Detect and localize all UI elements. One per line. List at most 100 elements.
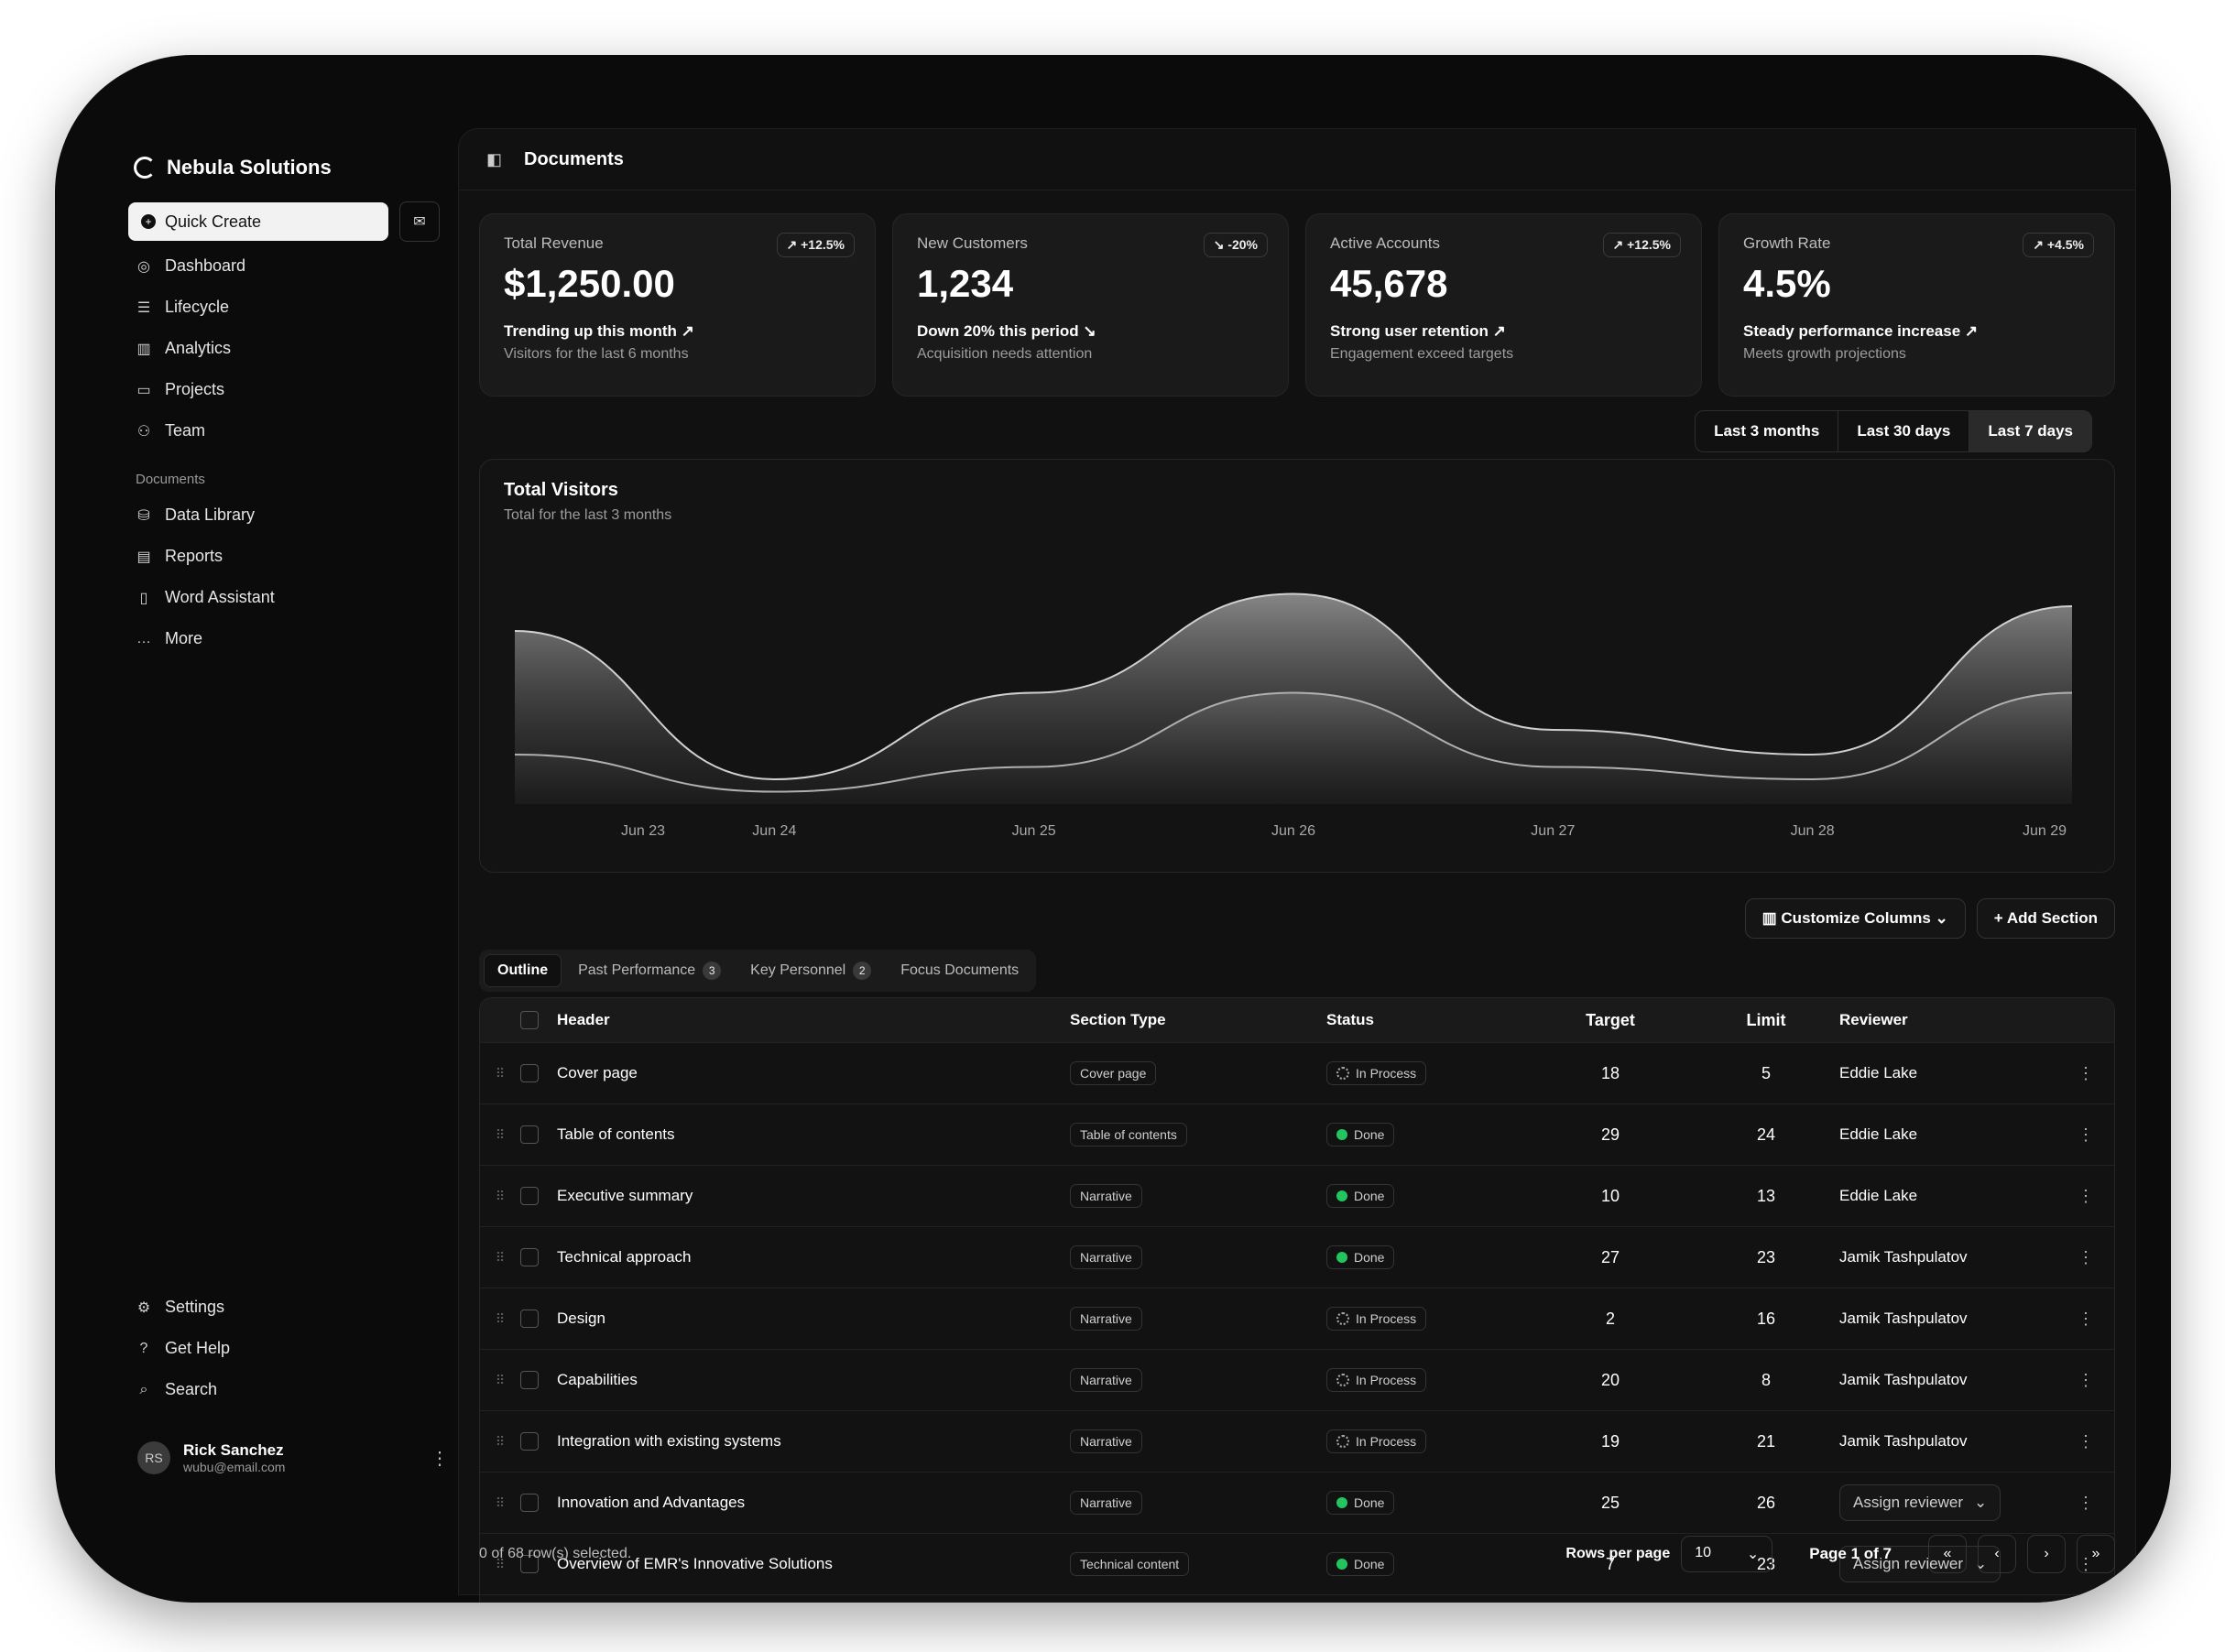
range-option[interactable]: Last 30 days [1838, 411, 1969, 451]
limit-value[interactable]: 23 [1693, 1248, 1839, 1267]
row-menu-icon[interactable]: ⋮ [2078, 1371, 2114, 1390]
target-value[interactable]: 20 [1528, 1371, 1693, 1390]
sidebar-item-analytics[interactable]: ▥ Analytics [119, 328, 449, 369]
row-header[interactable]: Integration with existing systems [557, 1432, 1070, 1451]
sidebar-toggle-icon[interactable]: ◧ [486, 150, 502, 169]
sidebar-bottom-search[interactable]: ⌕ Search [119, 1369, 449, 1410]
sidebar-doc-more[interactable]: … More [119, 618, 449, 659]
target-value[interactable]: 19 [1528, 1432, 1693, 1451]
drag-handle-icon[interactable]: ⠿ [480, 1311, 520, 1327]
row-header[interactable]: Innovation and Advantages [557, 1494, 1070, 1512]
sidebar-item-projects[interactable]: ▭ Projects [119, 369, 449, 410]
prev-page-button[interactable]: ‹ [1978, 1535, 2016, 1573]
row-menu-icon[interactable]: ⋮ [2078, 1310, 2114, 1329]
columns-icon: ▥ [1761, 909, 1777, 927]
row-checkbox[interactable] [520, 1248, 539, 1266]
more-vertical-icon[interactable]: ⋮ [431, 1447, 449, 1470]
row-header[interactable]: Design [557, 1310, 1070, 1328]
sidebar-item-lifecycle[interactable]: ☰ Lifecycle [119, 287, 449, 328]
target-value[interactable]: 2 [1528, 1310, 1693, 1329]
rows-per-page-select[interactable]: 10 ⌄ [1681, 1536, 1773, 1572]
sidebar-doc-reports[interactable]: ▤ Reports [119, 536, 449, 577]
drag-handle-icon[interactable]: ⠿ [480, 1250, 520, 1266]
row-checkbox[interactable] [520, 1064, 539, 1082]
limit-value[interactable]: 13 [1693, 1187, 1839, 1206]
row-checkbox[interactable] [520, 1125, 539, 1144]
row-menu-icon[interactable]: ⋮ [2078, 1064, 2114, 1083]
row-menu-icon[interactable]: ⋮ [2078, 1187, 2114, 1206]
select-all-checkbox[interactable] [520, 1011, 539, 1029]
range-option[interactable]: Last 7 days [1969, 411, 2091, 451]
drag-handle-icon[interactable]: ⠿ [480, 1127, 520, 1143]
inbox-button[interactable]: ✉ [399, 201, 440, 242]
last-page-button[interactable]: » [2077, 1535, 2115, 1573]
limit-value[interactable]: 5 [1693, 1064, 1839, 1083]
x-tick-label: Jun 25 [1012, 823, 1056, 839]
target-value[interactable]: 27 [1528, 1248, 1693, 1267]
drag-handle-icon[interactable]: ⠿ [480, 1189, 520, 1204]
sidebar-bottom-settings[interactable]: ⚙ Settings [119, 1287, 449, 1328]
trend-text: Steady performance increase [1743, 322, 1961, 340]
customize-columns-button[interactable]: ▥ Customize Columns ⌄ [1744, 898, 1966, 939]
drag-handle-icon[interactable]: ⠿ [480, 1434, 520, 1450]
chevron-right-icon: › [2044, 1546, 2049, 1561]
row-menu-icon[interactable]: ⋮ [2078, 1494, 2114, 1513]
row-header[interactable]: Capabilities [557, 1371, 1070, 1389]
quick-create-button[interactable]: + Quick Create [128, 202, 388, 241]
limit-value[interactable]: 8 [1693, 1371, 1839, 1390]
table-row: ⠿ Executive summary Narrative Done 10 13 Eddie… [480, 1165, 2114, 1226]
row-header[interactable]: Technical approach [557, 1248, 1070, 1266]
add-section-button[interactable]: + Add Section [1976, 898, 2115, 939]
limit-value[interactable]: 24 [1693, 1125, 1839, 1145]
row-checkbox[interactable] [520, 1310, 539, 1328]
row-checkbox[interactable] [520, 1432, 539, 1451]
row-checkbox[interactable] [520, 1494, 539, 1512]
tab-focus-documents[interactable]: Focus Documents [888, 954, 1031, 987]
target-value[interactable]: 18 [1528, 1064, 1693, 1083]
first-page-button[interactable]: « [1928, 1535, 1967, 1573]
sidebar-bottom-get-help[interactable]: ? Get Help [119, 1328, 449, 1369]
nav-label: Team [165, 421, 206, 440]
target-value[interactable]: 25 [1528, 1494, 1693, 1513]
sidebar-item-team[interactable]: ⚇ Team [119, 410, 449, 451]
status-text: Done [1354, 1250, 1385, 1265]
drag-handle-icon[interactable]: ⠿ [480, 1066, 520, 1081]
drag-handle-icon[interactable]: ⠿ [480, 1495, 520, 1511]
row-menu-icon[interactable]: ⋮ [2078, 1125, 2114, 1145]
limit-value[interactable]: 26 [1693, 1494, 1839, 1513]
row-header[interactable]: Cover page [557, 1064, 1070, 1082]
x-tick-label: Jun 28 [1791, 823, 1835, 839]
nav-label: Dashboard [165, 256, 246, 275]
table-actions: ▥ Customize Columns ⌄ + Add Section [1744, 898, 2115, 939]
range-option[interactable]: Last 3 months [1696, 411, 1838, 451]
row-menu-icon[interactable]: ⋮ [2078, 1432, 2114, 1451]
view-tabs: Outline Past Performance 3 Key Personnel 2 Fo… [479, 950, 1037, 992]
limit-value[interactable]: 16 [1693, 1310, 1839, 1329]
row-checkbox[interactable] [520, 1187, 539, 1205]
sidebar-doc-data-library[interactable]: ⛁ Data Library [119, 495, 449, 536]
assign-reviewer-select[interactable]: Assign reviewer ⌄ [1839, 1484, 2001, 1521]
tab-outline[interactable]: Outline [484, 954, 562, 987]
row-checkbox[interactable] [520, 1371, 539, 1389]
target-value[interactable]: 29 [1528, 1125, 1693, 1145]
trending-up-icon: ↗ [1612, 237, 1624, 252]
badge-value: +12.5% [801, 237, 845, 252]
target-value[interactable]: 10 [1528, 1187, 1693, 1206]
col-header: Header [557, 1011, 610, 1028]
next-page-button[interactable]: › [2027, 1535, 2066, 1573]
col-limit: Limit [1746, 1010, 1786, 1029]
chart-subtitle: Total for the last 3 months [504, 507, 672, 523]
user-profile[interactable]: RS Rick Sanchez wubu@email.com ⋮ [128, 1432, 458, 1484]
sidebar-doc-word-assistant[interactable]: ▯ Word Assistant [119, 577, 449, 618]
row-header[interactable]: Executive summary [557, 1187, 1070, 1205]
sidebar-item-dashboard[interactable]: ◎ Dashboard [119, 245, 449, 287]
tab-key-personnel[interactable]: Key Personnel 2 [737, 954, 884, 987]
nav-label: Settings [165, 1298, 225, 1316]
nav-label: More [165, 629, 203, 647]
tab-past-performance[interactable]: Past Performance 3 [565, 954, 734, 987]
drag-handle-icon[interactable]: ⠿ [480, 1373, 520, 1388]
row-header[interactable]: Table of contents [557, 1125, 1070, 1144]
loader-icon [1336, 1067, 1349, 1080]
row-menu-icon[interactable]: ⋮ [2078, 1248, 2114, 1267]
limit-value[interactable]: 21 [1693, 1432, 1839, 1451]
